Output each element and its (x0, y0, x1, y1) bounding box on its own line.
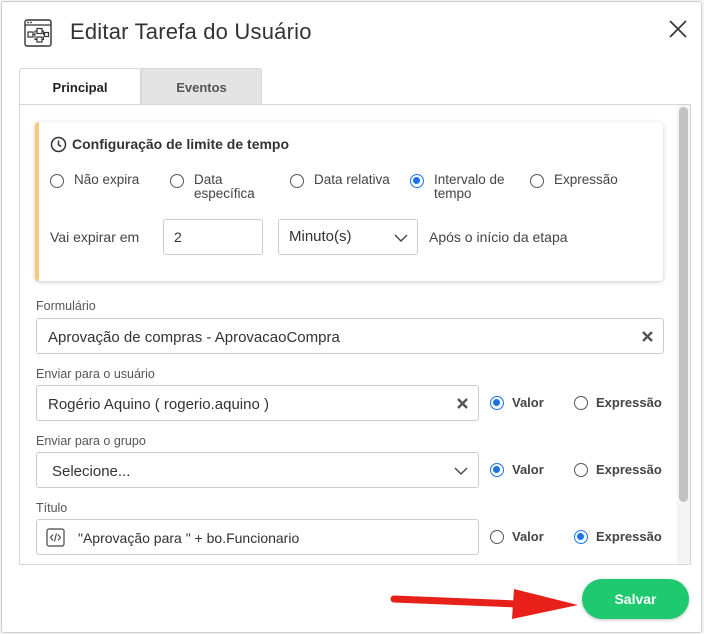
radio-circle[interactable] (574, 462, 588, 477)
time-limit-title: Configuração de limite de tempo (72, 136, 290, 152)
group-field-label: Enviar para o grupo (36, 434, 146, 448)
group-mode-valor[interactable]: Valor (490, 462, 544, 477)
radio-label: Expressão (554, 172, 618, 187)
radio-data-relativa[interactable]: Data relativa (290, 173, 390, 188)
mode-label: Expressão (596, 529, 662, 544)
tab-principal[interactable]: Principal (19, 68, 141, 105)
clear-x-icon[interactable] (456, 397, 469, 410)
radio-expressao[interactable]: Expressão (530, 173, 618, 188)
scrollbar-track[interactable] (677, 105, 690, 564)
mode-label: Valor (512, 462, 544, 477)
form-field-label: Formulário (36, 299, 96, 313)
radio-data-especifica[interactable]: Data específica (170, 173, 255, 201)
radio-circle[interactable] (50, 174, 64, 188)
time-limit-card: Configuração de limite de tempo Não expi… (35, 122, 663, 281)
workflow-diagram-icon (24, 19, 52, 47)
chevron-down-icon (454, 467, 468, 475)
chevron-down-icon (394, 234, 408, 242)
group-select[interactable]: Selecione... (36, 452, 479, 488)
radio-circle-selected[interactable] (410, 174, 424, 188)
radio-circle-selected[interactable] (574, 529, 588, 544)
radio-circle[interactable] (530, 174, 544, 188)
radio-label: Não expira (74, 172, 140, 187)
expire-amount-input[interactable] (163, 219, 263, 255)
user-select-value: Rogério Aquino ( rogerio.aquino ) (48, 396, 269, 413)
user-mode-expressao[interactable]: Expressão (574, 395, 662, 410)
form-select[interactable]: Aprovação de compras - AprovacaoCompra (36, 318, 664, 354)
title-field-label: Título (36, 501, 68, 515)
radio-label: Intervalo de tempo (434, 172, 505, 201)
radio-circle[interactable] (490, 529, 504, 544)
title-mode-expressao[interactable]: Expressão (574, 529, 662, 544)
user-select[interactable]: Rogério Aquino ( rogerio.aquino ) (36, 385, 479, 421)
mode-label: Expressão (596, 395, 662, 410)
group-select-placeholder: Selecione... (52, 463, 131, 480)
clear-x-icon[interactable] (641, 330, 654, 343)
radio-intervalo-de-tempo[interactable]: Intervalo de tempo (410, 173, 505, 201)
save-button[interactable]: Salvar (582, 579, 689, 619)
user-field-label: Enviar para o usuário (36, 367, 155, 381)
radio-circle[interactable] (574, 395, 588, 410)
scrollbar-thumb[interactable] (679, 107, 688, 502)
radio-circle[interactable] (170, 174, 184, 188)
close-icon[interactable] (666, 17, 690, 41)
form-select-value: Aprovação de compras - AprovacaoCompra (48, 329, 340, 346)
edit-user-task-dialog: Editar Tarefa do Usuário Principal Event… (1, 1, 702, 633)
radio-nao-expira[interactable]: Não expira (50, 173, 139, 188)
red-arrow-annotation (390, 589, 578, 619)
after-step-start-label: Após o início da etapa (429, 229, 568, 245)
radio-circle-selected[interactable] (490, 395, 504, 410)
user-mode-valor[interactable]: Valor (490, 395, 544, 410)
radio-circle[interactable] (290, 174, 304, 188)
radio-circle-selected[interactable] (490, 462, 504, 477)
expire-label: Vai expirar em (50, 229, 140, 245)
title-expression-value: "Aprovação para " + bo.Funcionario (78, 530, 300, 546)
mode-label: Valor (512, 529, 544, 544)
radio-label: Data específica (194, 172, 255, 201)
title-mode-valor[interactable]: Valor (490, 529, 544, 544)
tab-eventos[interactable]: Eventos (141, 68, 262, 105)
group-mode-expressao[interactable]: Expressão (574, 462, 662, 477)
dialog-title: Editar Tarefa do Usuário (70, 19, 312, 44)
mode-label: Expressão (596, 462, 662, 477)
code-icon (46, 528, 65, 547)
tab-content-panel: Configuração de limite de tempo Não expi… (19, 104, 691, 565)
radio-label: Data relativa (314, 172, 390, 187)
clock-icon (50, 136, 67, 153)
title-expression-input[interactable]: "Aprovação para " + bo.Funcionario (36, 519, 479, 555)
time-unit-value: Minuto(s) (289, 228, 352, 245)
mode-label: Valor (512, 395, 544, 410)
time-unit-select[interactable]: Minuto(s) (278, 219, 418, 255)
